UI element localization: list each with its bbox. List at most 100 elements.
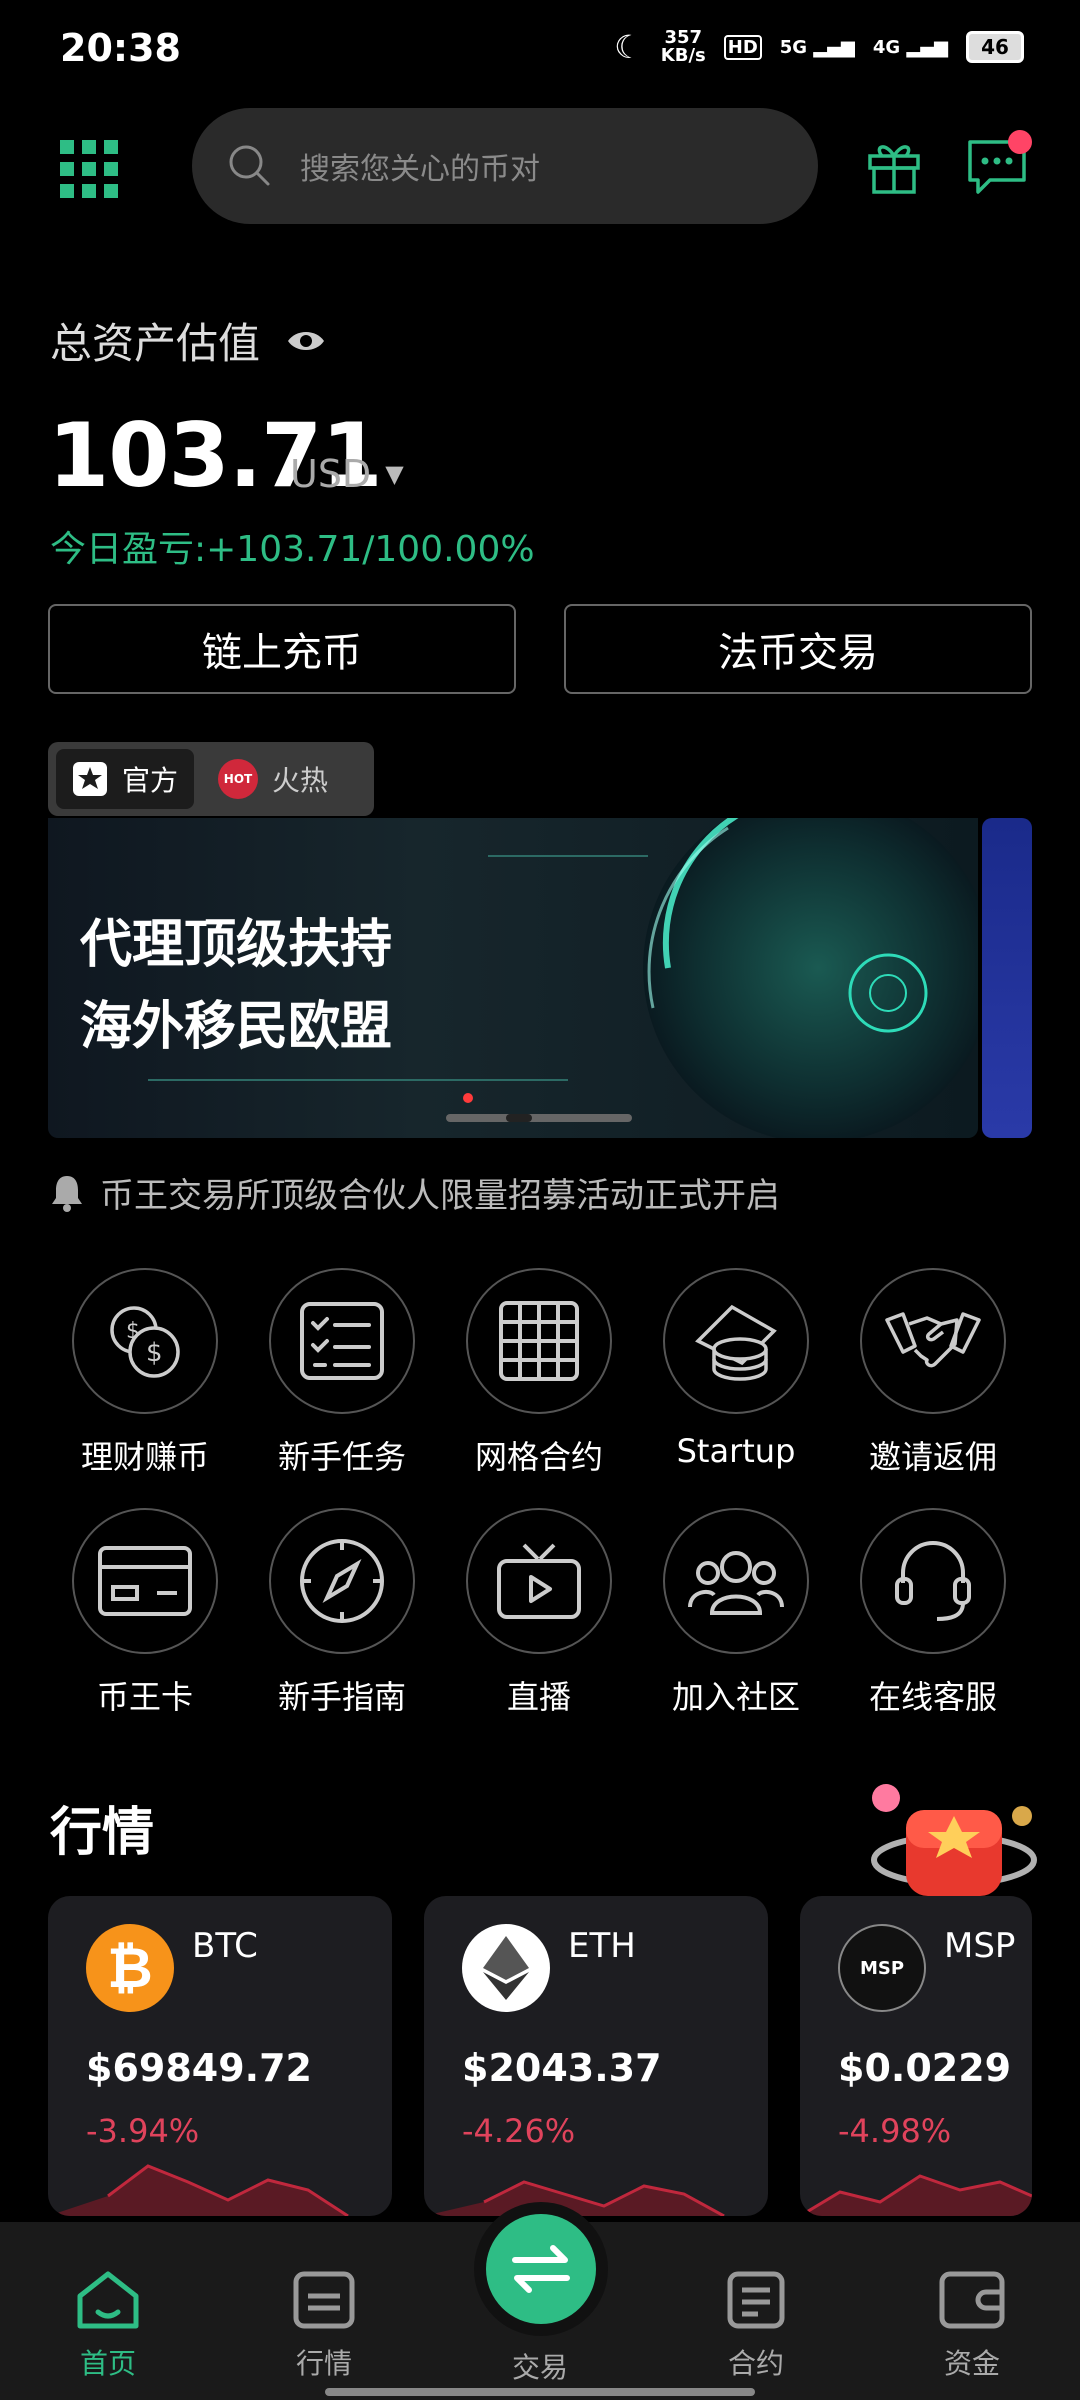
coins-icon: $ $ <box>110 1306 180 1378</box>
shortcut-label: 加入社区 <box>671 1678 800 1716</box>
market-card-btc[interactable]: ₿ BTC $69849.72 -3.94% <box>48 1896 392 2216</box>
shortcut-circle <box>860 1268 1006 1414</box>
battery-indicator: 46 <box>966 31 1024 63</box>
eth-logo-icon <box>462 1924 550 2012</box>
bell-icon <box>52 1175 82 1212</box>
search-icon <box>229 145 270 186</box>
fiat-trade-button[interactable]: 法币交易 <box>564 604 1032 694</box>
shortcut-guide[interactable]: 新手指南 <box>267 1508 417 1718</box>
market-icon <box>293 2271 355 2329</box>
banner-page-indicator <box>446 1114 632 1122</box>
trade-button[interactable] <box>486 2214 596 2324</box>
shortcut-label: 新手任务 <box>277 1438 406 1476</box>
nav-contract-label: 合约 <box>727 2347 784 2380</box>
community-icon <box>688 1551 784 1615</box>
next-banner-peek[interactable] <box>982 818 1032 1138</box>
gesture-bar <box>325 2388 755 2396</box>
shortcut-beginner-tasks[interactable]: 新手任务 <box>267 1268 417 1478</box>
apps-grid-icon <box>60 140 118 198</box>
shortcut-startup[interactable]: Startup <box>661 1268 811 1470</box>
nav-market[interactable]: 行情 <box>254 2270 394 2382</box>
asset-title: 总资产估值 <box>50 310 326 371</box>
svg-text:$: $ <box>146 1338 163 1368</box>
shortcut-circle: $ $ <box>72 1268 218 1414</box>
sparkline <box>48 2164 349 2216</box>
tab-hot[interactable]: HOT 火热 <box>202 749 344 809</box>
nav-trade[interactable]: 交易 <box>470 2346 610 2386</box>
shortcut-label: Startup <box>676 1432 796 1470</box>
nav-contract[interactable]: 合约 <box>686 2270 826 2382</box>
coin-name: MSP <box>944 1926 1016 1966</box>
eye-icon[interactable] <box>286 327 326 355</box>
shortcut-circle <box>466 1508 612 1654</box>
banner-page-indicator-active <box>506 1114 532 1122</box>
hot-icon: HOT <box>218 759 259 799</box>
token-stack-icon <box>695 1304 777 1381</box>
signal-4g: 4G ▂▄▆ <box>872 36 948 58</box>
checklist-icon <box>300 1302 384 1380</box>
shortcut-circle <box>269 1508 415 1654</box>
grid-icon <box>499 1301 579 1381</box>
status-time: 20:38 <box>60 26 181 70</box>
moon-icon: ☾ <box>614 28 643 66</box>
tab-official-label: 官方 <box>122 764 179 797</box>
signal-5g: 5G ▂▄▆ <box>779 36 855 58</box>
nav-market-label: 行情 <box>295 2347 352 2380</box>
caret-down-icon: ▼ <box>385 460 404 488</box>
search-input[interactable]: 搜索您关心的币对 <box>192 108 818 224</box>
coin-name: BTC <box>192 1926 258 1966</box>
hd-badge: HD <box>723 34 762 60</box>
headset-icon <box>895 1541 971 1621</box>
messages-button[interactable] <box>966 130 1032 196</box>
shortcut-label: 网格合约 <box>474 1438 603 1476</box>
status-icons: ☾ 357 KB/s HD 5G ▂▄▆ 4G ▂▄▆ 46 <box>614 28 1024 66</box>
coin-change: -4.98% <box>838 2112 952 2150</box>
coin-name: ETH <box>568 1926 636 1966</box>
wallet-icon <box>939 2271 1005 2329</box>
shortcut-wealth[interactable]: $ $ 理财赚币 <box>70 1268 220 1478</box>
swap-arrows-icon <box>512 2245 570 2293</box>
nav-trade-label: 交易 <box>511 2351 568 2384</box>
contract-icon <box>727 2271 785 2329</box>
gift-button[interactable] <box>864 136 924 196</box>
shortcut-card[interactable]: 币王卡 <box>70 1508 220 1718</box>
banner-tabs: 官方 HOT 火热 <box>48 742 374 816</box>
shortcut-live[interactable]: 直播 <box>464 1508 614 1718</box>
nav-home[interactable]: 首页 <box>38 2270 178 2382</box>
shortcut-circle <box>663 1508 809 1654</box>
nav-funds[interactable]: 资金 <box>902 2270 1042 2382</box>
market-section-title: 行情 <box>50 1803 155 1863</box>
coin-change: -3.94% <box>86 2112 200 2150</box>
card-icon <box>98 1546 192 1616</box>
compass-icon <box>300 1539 384 1623</box>
nav-funds-label: 资金 <box>943 2347 1000 2380</box>
shortcut-label: 新手指南 <box>277 1678 406 1716</box>
shortcut-circle <box>72 1508 218 1654</box>
unread-dot <box>1008 130 1032 154</box>
currency-selector[interactable]: USD ▼ <box>290 452 404 496</box>
banner-headline: 代理顶级扶持 海外移民欧盟 <box>80 904 392 1068</box>
market-card-msp[interactable]: MSP MSP $0.0229 -4.98% <box>800 1896 1032 2216</box>
apps-grid-button[interactable] <box>60 140 118 198</box>
search-placeholder: 搜索您关心的币对 <box>300 152 540 187</box>
asset-title-text: 总资产估值 <box>50 319 261 368</box>
star-badge-icon <box>73 762 107 796</box>
tab-hot-label: 火热 <box>272 764 329 797</box>
gift-icon <box>868 145 920 194</box>
market-card-eth[interactable]: ETH $2043.37 -4.26% <box>424 1896 768 2216</box>
home-icon <box>77 2271 139 2329</box>
shortcut-support[interactable]: 在线客服 <box>858 1508 1008 1718</box>
tab-official[interactable]: 官方 <box>56 749 195 809</box>
svg-text:$: $ <box>126 1319 140 1344</box>
shortcut-community[interactable]: 加入社区 <box>661 1508 811 1718</box>
banner-line-1: 代理顶级扶持 <box>80 915 393 975</box>
deposit-button[interactable]: 链上充币 <box>48 604 516 694</box>
announcement-bar[interactable]: 币王交易所顶级合伙人限量招募活动正式开启 <box>50 1168 780 1217</box>
msp-logo-icon: MSP <box>838 1924 926 2012</box>
shortcut-label: 直播 <box>506 1678 571 1716</box>
nav-home-label: 首页 <box>79 2347 136 2380</box>
shortcut-referral[interactable]: 邀请返佣 <box>858 1268 1008 1478</box>
net-speed: 357 KB/s <box>660 27 706 66</box>
shortcut-grid-contract[interactable]: 网格合约 <box>464 1268 614 1478</box>
shortcut-circle <box>663 1268 809 1414</box>
